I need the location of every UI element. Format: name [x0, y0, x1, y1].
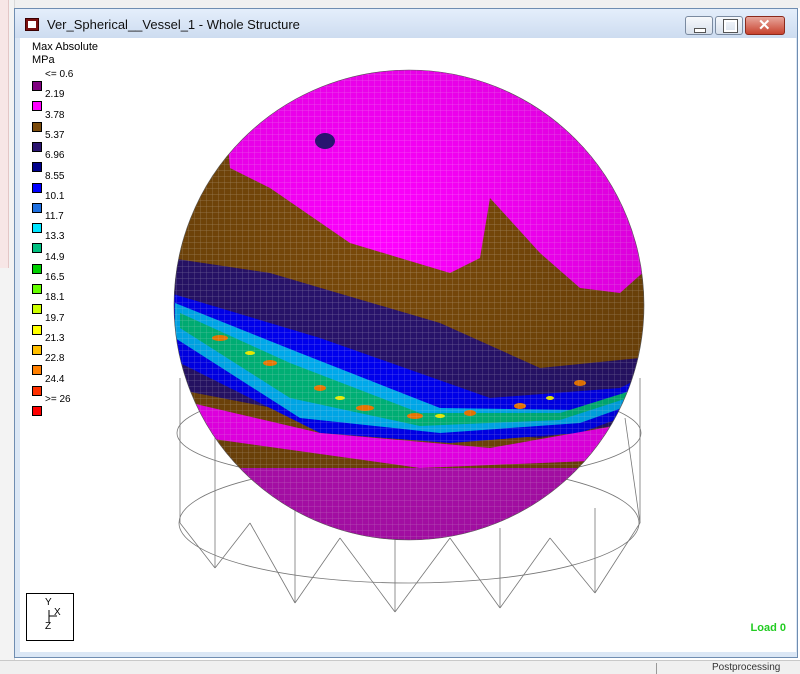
legend-swatch	[32, 121, 42, 132]
legend-swatch	[32, 101, 42, 112]
legend-swatch	[32, 365, 42, 376]
legend-value: <= 0.6	[45, 69, 74, 80]
legend-value: 24.4	[45, 373, 65, 385]
graphics-viewport[interactable]: Max Absolute MPa <= 0.6 2.19 3.78 5.37 6.96 8…	[20, 38, 796, 652]
outer-app-strip	[0, 0, 800, 8]
window-titlebar[interactable]: Ver_Spherical__Vessel_1 - Whole Structur…	[15, 9, 797, 38]
legend-value: 14.9	[45, 251, 65, 263]
legend-value: >= 26	[45, 393, 71, 405]
legend-value: 6.96	[45, 150, 65, 162]
legend-swatch	[32, 81, 42, 91]
load-case-label: Load 0	[750, 622, 786, 634]
legend-swatch	[32, 162, 42, 173]
legend-value: 13.3	[45, 231, 65, 243]
legend-swatch	[32, 223, 42, 234]
window-title: Ver_Spherical__Vessel_1 - Whole Structur…	[47, 17, 300, 32]
outer-left-panel	[0, 0, 15, 660]
legend-value: 22.8	[45, 353, 65, 365]
legend-swatch	[32, 344, 42, 355]
close-button[interactable]	[745, 16, 785, 35]
legend-value: 19.7	[45, 312, 65, 324]
status-bar: Postprocessing	[0, 660, 800, 674]
legend-title: Max Absolute	[32, 41, 99, 53]
axis-triad: Y X Z	[26, 593, 74, 641]
legend-swatch	[32, 263, 42, 274]
legend-swatch	[32, 324, 42, 335]
legend-swatch	[32, 405, 42, 416]
legend-value: 18.1	[45, 292, 65, 304]
legend-value: 5.37	[45, 129, 65, 141]
legend-value: 8.55	[45, 170, 65, 182]
legend-value: 10.1	[45, 190, 65, 202]
legend-value: 2.19	[45, 89, 65, 101]
minimize-button[interactable]	[685, 16, 713, 35]
legend-unit: MPa	[32, 54, 55, 66]
legend-swatch	[32, 304, 42, 315]
axis-triad-lines	[48, 610, 57, 622]
legend-value: 3.78	[45, 109, 65, 121]
legend-value: 21.3	[45, 332, 65, 344]
legend-swatch	[32, 284, 42, 294]
app-icon	[25, 18, 39, 31]
stress-legend: Max Absolute MPa <= 0.6 2.19 3.78 5.37 6.96 8…	[32, 41, 99, 416]
legend-swatch	[32, 182, 42, 193]
legend-value: 16.5	[45, 272, 65, 283]
spherical-vessel-model	[173, 69, 645, 613]
legend-swatch	[32, 243, 42, 254]
legend-swatch	[32, 202, 42, 213]
status-text: Postprocessing	[712, 662, 781, 673]
status-separator	[656, 663, 657, 674]
legend-swatch	[32, 141, 42, 152]
legend-value: 11.7	[45, 211, 64, 223]
legend-swatch	[32, 385, 42, 396]
maximize-button[interactable]	[715, 16, 743, 35]
